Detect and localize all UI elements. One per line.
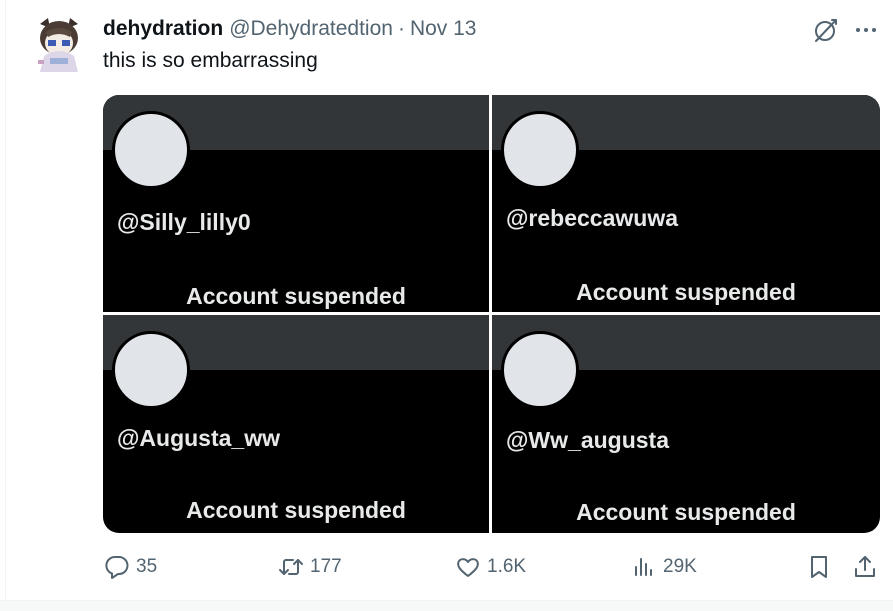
author-avatar[interactable] [34, 16, 84, 74]
suspended-label: Account suspended [186, 497, 406, 523]
tweet-divider [0, 600, 893, 611]
tweet-date[interactable]: Nov 13 [410, 17, 477, 41]
tweet-text: this is so embarrassing [103, 49, 318, 72]
suspended-username: @Silly_lilly0 [117, 209, 251, 235]
media-image-1[interactable]: @Silly_lilly0 Account suspended [103, 95, 489, 312]
tweet-actions: 35 177 1.6K 29K [0, 552, 893, 582]
media-image-2[interactable]: @rebeccawuwa Account suspended [492, 95, 880, 312]
repost-count: 177 [310, 556, 342, 577]
media-image-3[interactable]: @Augusta_ww Account suspended [103, 315, 489, 533]
tweet-header: dehydration @Dehydratedtion · Nov 13 [103, 16, 476, 42]
grok-button[interactable] [812, 16, 840, 44]
avatar-image [38, 18, 78, 72]
share-icon [855, 556, 875, 577]
reply-button[interactable]: 35 [104, 552, 157, 582]
retweet-icon [279, 559, 303, 575]
suspended-label: Account suspended [186, 283, 406, 309]
timeline-border [5, 0, 6, 610]
like-button[interactable]: 1.6K [455, 552, 526, 582]
profile-picture-placeholder [112, 111, 190, 189]
views-icon [635, 558, 652, 576]
grok-icon [815, 19, 837, 42]
more-icon [856, 28, 876, 32]
media-image-4[interactable]: @Ww_augusta Account suspended [492, 315, 880, 533]
suspended-label: Account suspended [576, 499, 796, 525]
heart-icon [457, 558, 479, 577]
repost-button[interactable]: 177 [278, 552, 342, 582]
like-count: 1.6K [487, 556, 527, 577]
more-options-button[interactable] [852, 16, 880, 44]
suspended-username: @rebeccawuwa [506, 205, 679, 231]
reply-icon [105, 555, 129, 579]
views-button[interactable]: 29K [631, 552, 697, 582]
reply-count: 35 [136, 556, 158, 577]
media-grid: @Silly_lilly0 Account suspended @rebecca… [103, 95, 880, 533]
author-handle[interactable]: @Dehydratedtion [229, 17, 393, 41]
bookmark-icon [811, 556, 827, 578]
suspended-username: @Ww_augusta [506, 427, 669, 453]
profile-picture-placeholder [501, 331, 579, 409]
bookmark-button[interactable] [806, 552, 832, 582]
author-display-name[interactable]: dehydration [103, 17, 223, 41]
suspended-username: @Augusta_ww [117, 425, 280, 451]
share-button[interactable] [852, 552, 878, 582]
suspended-label: Account suspended [576, 279, 796, 305]
profile-picture-placeholder [501, 111, 579, 189]
view-count: 29K [663, 556, 697, 577]
profile-picture-placeholder [112, 331, 190, 409]
header-separator: · [397, 17, 405, 40]
